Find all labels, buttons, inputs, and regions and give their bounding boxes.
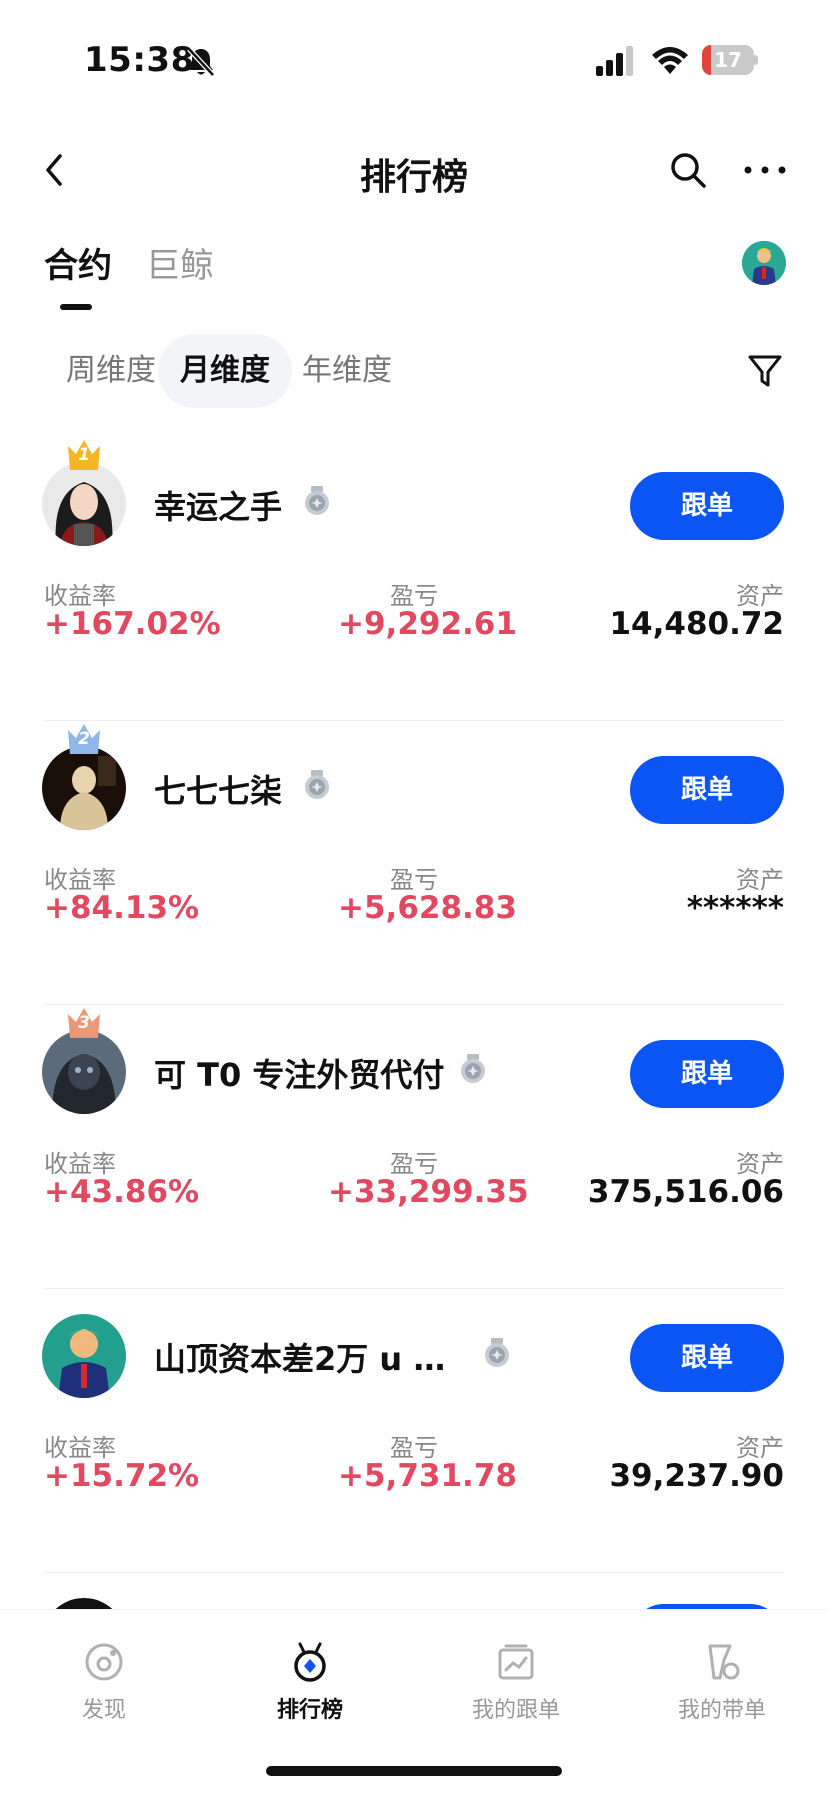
trader-name[interactable]: 山顶资本差2万 u … (154, 1334, 445, 1380)
trader-name[interactable]: 幸运之手 (154, 482, 282, 528)
follow-button[interactable]: 跟单 (630, 1040, 784, 1108)
bottom-tab-ranking[interactable]: 排行榜 (220, 1640, 400, 1730)
home-indicator (266, 1766, 562, 1776)
period-month[interactable]: 月维度 (158, 334, 292, 408)
status-time: 15:38 (84, 40, 195, 80)
pnl-value: +9,292.61 (338, 606, 517, 642)
rank-crown-icon: 3 (64, 1004, 104, 1040)
bottom-tab-my-copy-trades[interactable]: 我的跟单 (426, 1640, 606, 1730)
bottom-tab-label: 发现 (81, 1698, 126, 1723)
tab-whale[interactable]: 巨鲸 (146, 238, 214, 287)
roi-value: +84.13% (44, 890, 200, 926)
battery-icon: 17 (702, 45, 758, 75)
status-bar: 15:38 17 (0, 0, 828, 110)
period-year[interactable]: 年维度 (280, 334, 414, 408)
period-filter: 周维度 月维度 年维度 (44, 334, 794, 408)
avatar-portrait-icon (742, 241, 786, 285)
discover-icon (85, 1643, 123, 1681)
battery-level: 17 (714, 48, 742, 72)
assets-value: 375,516.06 (587, 1174, 784, 1210)
wifi-icon (652, 47, 688, 74)
rank-crown-icon: 2 (64, 720, 104, 756)
rank-avatar-wrap (42, 1288, 128, 1398)
rank-avatar-wrap: 1 (42, 436, 128, 546)
rank-avatar-wrap: 3 (42, 1004, 128, 1114)
avatar[interactable] (42, 1314, 126, 1398)
follow-button[interactable]: 跟单 (630, 756, 784, 824)
my-copy-trades-icon (498, 1644, 534, 1680)
bottom-tab-label: 我的跟单 (471, 1698, 560, 1723)
pnl-value: +33,299.35 (328, 1174, 529, 1210)
bottom-tab-discover[interactable]: 发现 (14, 1640, 194, 1730)
list-item: 3 可 T0 专注外贸代付 跟单 收益率 盈亏 资产 +43.86% +33,2… (0, 1004, 828, 1289)
assets-value: 39,237.90 (609, 1458, 784, 1494)
avatar[interactable] (42, 746, 126, 830)
silver-medal-icon (305, 770, 329, 799)
list-item: 山顶资本差2万 u … 跟单 收益率 盈亏 资产 +15.72% +5,731.… (0, 1288, 828, 1573)
search-icon[interactable] (668, 150, 708, 190)
divider (44, 1572, 784, 1573)
filter-icon[interactable] (746, 352, 784, 390)
assets-value: 14,480.72 (609, 606, 784, 642)
silver-medal-icon (461, 1054, 485, 1083)
bell-slash-icon (187, 47, 215, 77)
pnl-value: +5,628.83 (338, 890, 517, 926)
active-tab-indicator (60, 304, 92, 310)
leaderboard-screen: 15:38 17 排行榜 合约 巨鲸 周维度 月维度 年维度 1 幸运之手 跟单… (0, 0, 828, 1796)
main-tabs: 合约 巨鲸 (44, 238, 784, 318)
avatar[interactable] (42, 1030, 126, 1114)
avatar-portrait-icon (42, 1030, 126, 1114)
rank-number: 1 (78, 445, 90, 465)
user-avatar[interactable] (742, 241, 786, 285)
list-item: 2 七七七柒 跟单 收益率 盈亏 资产 +84.13% +5,628.83 **… (0, 720, 828, 1005)
more-horizontal-icon[interactable] (740, 150, 790, 190)
tab-contract[interactable]: 合约 (44, 238, 112, 287)
avatar[interactable] (42, 462, 126, 546)
my-lead-trades-icon (708, 1644, 740, 1680)
roi-value: +15.72% (44, 1458, 200, 1494)
trader-name[interactable]: 可 T0 专注外贸代付 (154, 1050, 444, 1096)
avatar-portrait-icon (42, 746, 126, 830)
bottom-tab-bar: 发现 排行榜 我的跟单 我的带单 (0, 1610, 828, 1796)
bottom-tab-label: 排行榜 (276, 1698, 343, 1723)
trader-name[interactable]: 七七七柒 (154, 766, 282, 812)
cellular-signal-icon (596, 46, 633, 76)
list-item: 1 幸运之手 跟单 收益率 盈亏 资产 +167.02% +9,292.61 1… (0, 436, 828, 721)
ranking-medal-icon (294, 1642, 326, 1682)
rank-crown-icon: 1 (64, 436, 104, 472)
silver-medal-icon (305, 486, 329, 515)
roi-value: +43.86% (44, 1174, 200, 1210)
rank-number: 3 (78, 1013, 90, 1033)
rank-avatar-wrap: 2 (42, 720, 128, 830)
bottom-tab-label: 我的带单 (677, 1698, 766, 1723)
nav-bar: 排行榜 (0, 120, 828, 220)
avatar-portrait-icon (42, 462, 126, 546)
follow-button[interactable]: 跟单 (630, 472, 784, 540)
assets-value: ****** (686, 890, 784, 926)
pnl-value: +5,731.78 (338, 1458, 517, 1494)
bottom-tab-my-lead-trades[interactable]: 我的带单 (632, 1640, 812, 1730)
silver-medal-icon (485, 1338, 509, 1367)
follow-button[interactable]: 跟单 (630, 1324, 784, 1392)
avatar-portrait-icon (42, 1314, 126, 1398)
roi-value: +167.02% (44, 606, 221, 642)
rank-number: 2 (78, 729, 90, 749)
